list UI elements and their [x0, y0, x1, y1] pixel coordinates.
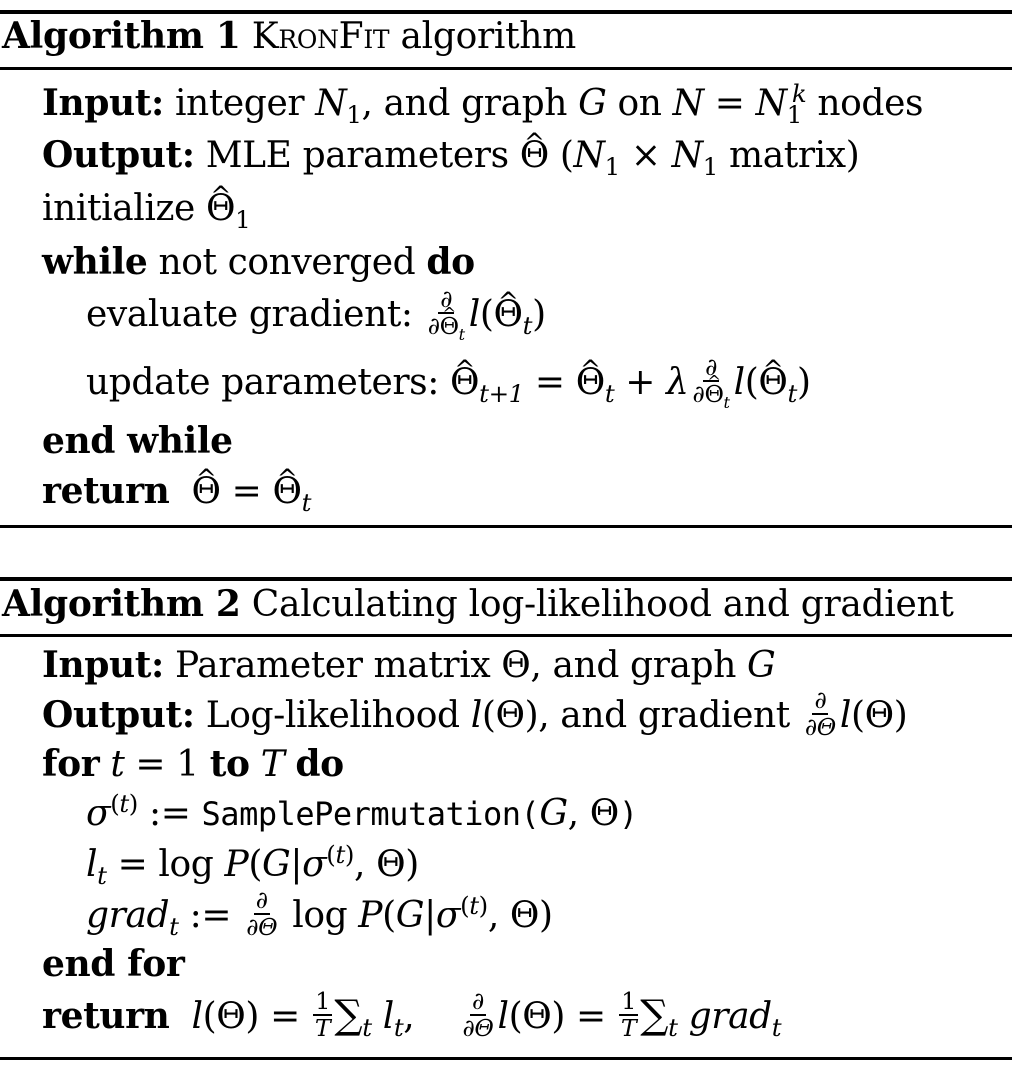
math-partial-frac-2: ∂∂Θt	[691, 355, 732, 411]
output-keyword: Output:	[42, 134, 195, 176]
algorithm2-output-line: Output: Log-likelihood l(Θ), and gradien…	[42, 686, 908, 741]
algorithm2-title: Calculating log-likelihood and gradient	[251, 584, 954, 625]
function-sample-permutation: SamplePermutation	[201, 795, 522, 833]
math-partial-frac: ∂ ∂Θ	[246, 886, 278, 941]
text-and-graph: , and graph	[530, 645, 736, 686]
text-and-gradient: , and gradient	[538, 694, 790, 736]
math-one-over-T: 1T	[313, 987, 332, 1042]
math-theta-hat-final: Θ	[192, 470, 222, 514]
algorithm1-evaluate-line: evaluate gradient: ∂∂Θtl(Θt)	[86, 287, 546, 343]
math-partial-frac: ∂∂Θt	[426, 287, 467, 343]
do-keyword: do	[295, 743, 344, 785]
math-l-theta: l	[468, 293, 481, 335]
text-not-converged: not converged	[158, 242, 416, 283]
math-partial-frac: ∂ ∂Θ	[462, 987, 494, 1042]
text-on: on	[617, 83, 662, 124]
text-parameter-matrix: Parameter matrix	[174, 645, 491, 686]
math-theta-hat: Θ	[520, 134, 550, 178]
math-t-eq-1: t	[110, 744, 125, 785]
algorithm2-return-line: return l(Θ) = 1 T ∑t lt, ∂ ∂Θ l(Θ) = 1 T ∑t gr…	[42, 987, 782, 1043]
text-mle-parameters: MLE parameters	[205, 135, 509, 176]
math-one-over-T-2: 1T	[619, 987, 638, 1042]
algorithm1-input-line: Input: integer N1, and graph G on N = N1…	[42, 79, 924, 130]
algorithm1-title-rest: algorithm	[389, 16, 576, 57]
for-keyword: for	[42, 743, 100, 785]
math-theta-hat-t1: Θ	[450, 361, 480, 405]
math-l-t: l	[86, 844, 98, 885]
algorithm1-label: Algorithm 1	[2, 15, 241, 57]
math-partial-frac: ∂ ∂Θ	[804, 686, 836, 741]
end-for-keyword: end for	[42, 943, 185, 985]
algorithm2-end-for-line: end for	[42, 942, 185, 987]
algorithm2-label: Algorithm 2	[2, 583, 241, 625]
algorithm2-for-line: for t = 1 to T do	[42, 743, 344, 785]
return-keyword: return	[42, 995, 170, 1037]
math-g: G	[747, 645, 776, 686]
algorithm2-sample-line: σ(t) := SamplePermutation(G, Θ)	[86, 789, 638, 834]
text-nodes: nodes	[817, 83, 924, 124]
algorithm2-lt-line: lt = log P(G|σ(t), Θ)	[86, 840, 419, 891]
math-theta-hat-1: Θ	[206, 187, 236, 231]
input-keyword: Input:	[42, 644, 164, 686]
algorithm1-while-line: while not converged do	[42, 240, 475, 285]
text-and-graph: , and graph	[361, 83, 568, 124]
to-keyword: to	[209, 743, 250, 785]
math-grad: grad	[86, 894, 170, 936]
algorithm1-update-line: update parameters: Θt+1 = Θt + λ∂∂Θtl(Θt…	[86, 355, 811, 411]
algorithm2-top-rule	[0, 577, 1012, 581]
text-evaluate-gradient: evaluate gradient:	[86, 293, 413, 335]
math-grad: grad	[688, 996, 773, 1037]
text-log: log	[292, 894, 348, 936]
end-while-keyword: end while	[42, 420, 233, 462]
algorithm2-caption: Algorithm 2 Calculating log-likelihood a…	[2, 582, 954, 627]
math-n-eq: N = N1k	[672, 79, 807, 130]
algorithm1-output-line: Output: MLE parameters Θ (N1 × N1 matrix…	[42, 133, 860, 182]
algorithm2-header-rule	[0, 634, 1012, 637]
algorithm2-input-line: Input: Parameter matrix Θ, and graph G	[42, 643, 776, 688]
text-initialize: initialize	[42, 188, 195, 229]
math-theta: Θ	[501, 645, 531, 686]
while-keyword: while	[42, 241, 148, 283]
text-log: log	[158, 844, 214, 885]
math-matrix-dims: (N1 × N1	[559, 135, 718, 182]
input-keyword: Input:	[42, 82, 164, 124]
do-keyword: do	[426, 241, 475, 283]
algorithm2-grad-line: gradt := ∂ ∂Θ log P(G|σ(t), Θ)	[86, 886, 553, 942]
text-matrix: matrix)	[729, 135, 860, 176]
math-T: T	[260, 744, 285, 785]
math-sigma-t: σ	[86, 793, 111, 834]
algorithm1-name-fit: Fit	[338, 16, 390, 57]
text-integer: integer	[174, 83, 305, 124]
return-keyword: return	[42, 470, 170, 512]
algorithm1-return-line: return Θ = Θt	[42, 469, 311, 515]
algorithm1-caption: Algorithm 1 KronFit algorithm	[2, 14, 576, 59]
algorithm1-header-rule	[0, 67, 1012, 70]
math-n1: N1	[315, 83, 362, 130]
algorithm2-bottom-rule	[0, 1057, 1012, 1060]
text-log-likelihood: Log-likelihood	[205, 694, 460, 736]
math-g: G	[578, 83, 607, 124]
algorithm1-name-kron: Kron	[251, 16, 339, 57]
text-update-parameters: update parameters:	[86, 361, 439, 403]
algorithm1-bottom-rule	[0, 525, 1012, 528]
math-l-theta: l	[470, 694, 483, 736]
algorithm1-initialize-line: initialize Θ1	[42, 187, 251, 232]
output-keyword: Output:	[42, 693, 195, 736]
